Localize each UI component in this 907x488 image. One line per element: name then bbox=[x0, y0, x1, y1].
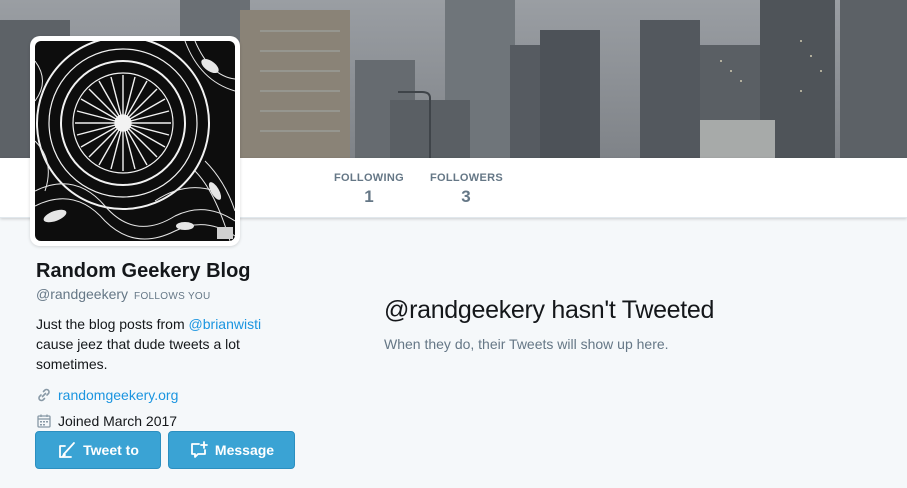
message-label: Message bbox=[214, 442, 275, 458]
empty-timeline: @randgeekery hasn't Tweeted When they do… bbox=[384, 295, 864, 353]
empty-timeline-subtitle: When they do, their Tweets will show up … bbox=[384, 336, 669, 352]
compose-icon bbox=[59, 442, 76, 458]
follows-you-badge: FOLLOWS YOU bbox=[134, 291, 211, 302]
website-link[interactable]: randomgeekery.org bbox=[58, 385, 178, 405]
new-message-icon bbox=[191, 441, 208, 458]
profile-card: Random Geekery Blog @randgeekery FOLLOWS … bbox=[36, 259, 306, 431]
tweet-to-button[interactable]: Tweet to bbox=[35, 431, 161, 469]
empty-timeline-title: @randgeekery hasn't Tweeted bbox=[384, 296, 715, 324]
bio-text-start: Just the blog posts from bbox=[36, 316, 189, 332]
following-count: 1 bbox=[364, 187, 374, 206]
followers-stat[interactable]: FOLLOWERS 3 bbox=[430, 172, 503, 207]
profile-handle-row: @randgeekery FOLLOWS YOU bbox=[36, 285, 306, 306]
followers-count: 3 bbox=[461, 187, 471, 206]
profile-handle[interactable]: @randgeekery bbox=[36, 286, 128, 302]
link-icon bbox=[36, 387, 52, 403]
bio-mention-link[interactable]: @brianwisti bbox=[189, 316, 262, 332]
joined-date: Joined March 2017 bbox=[58, 413, 178, 429]
message-button[interactable]: Message bbox=[168, 431, 295, 469]
bio-text-end: cause jeez that dude tweets a lot someti… bbox=[36, 336, 240, 372]
followers-label: FOLLOWERS bbox=[430, 172, 503, 184]
following-stat[interactable]: FOLLOWING 1 bbox=[334, 172, 404, 207]
tweet-to-label: Tweet to bbox=[83, 442, 139, 458]
profile-actions: Tweet to Message bbox=[35, 431, 295, 469]
avatar-mandala-image bbox=[35, 41, 235, 241]
profile-name[interactable]: Random Geekery Blog bbox=[36, 259, 306, 283]
following-label: FOLLOWING bbox=[334, 172, 404, 184]
website-row: randomgeekery.org bbox=[36, 385, 306, 405]
profile-bio: Just the blog posts from @brianwisti cau… bbox=[36, 314, 296, 374]
avatar[interactable] bbox=[30, 36, 240, 246]
calendar-icon bbox=[36, 413, 52, 429]
joined-row: Joined March 2017 bbox=[36, 411, 306, 431]
